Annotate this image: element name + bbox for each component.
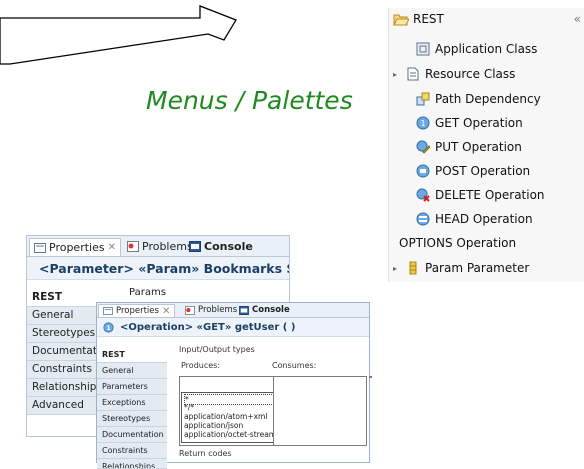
arrow-graphic <box>0 5 237 65</box>
sidebar-item-rest[interactable]: REST <box>97 347 167 363</box>
properties-sidebar: REST General Stereotypes Documentatio Co… <box>27 289 99 415</box>
params-group-label: Params <box>129 287 166 298</box>
tab-label: Properties <box>116 306 159 316</box>
sidebar-item-general[interactable]: General <box>97 363 167 379</box>
view-title-text: <Operation> «GET» getUser ( ) <box>120 321 296 333</box>
dropdown-option[interactable]: */* <box>184 403 194 412</box>
palette-item-param-parameter[interactable]: ▸ Param Parameter <box>393 259 529 277</box>
tab-label: Problems <box>198 305 238 315</box>
sidebar-item-stereotypes[interactable]: Stereotypes <box>97 411 167 427</box>
delete-operation-icon <box>416 188 430 202</box>
palette-item-options-operation[interactable]: OPTIONS Operation <box>399 234 516 252</box>
tab-properties[interactable]: Properties ✕ <box>98 304 176 317</box>
problems-icon <box>127 241 139 252</box>
palette-drawer-rest[interactable]: REST <box>393 12 444 26</box>
param-parameter-icon <box>409 261 417 275</box>
return-codes-label: Return codes <box>179 449 232 458</box>
dropdown-option[interactable]: application/atom+xml <box>184 412 267 421</box>
palette-item-path-dependency[interactable]: Path Dependency <box>403 90 541 108</box>
palette-item-label: OPTIONS Operation <box>399 236 517 250</box>
rest-palette: REST « Application Class ▸ Resource Clas… <box>388 8 584 282</box>
sidebar-item-rest[interactable]: REST <box>27 289 99 307</box>
problems-icon <box>185 305 195 315</box>
put-operation-icon <box>416 140 430 154</box>
close-tab-icon[interactable]: ✕ <box>108 242 116 253</box>
tab-label: Console <box>252 305 290 315</box>
expand-arrow-icon[interactable]: ▸ <box>393 70 401 79</box>
properties-view-operation: Properties ✕ Problems Console 1 <Operati… <box>96 302 372 469</box>
view-title: 1 <Operation> «GET» getUser ( ) <box>97 318 369 337</box>
palette-item-label: Resource Class <box>425 67 516 81</box>
palette-item-label: Path Dependency <box>435 92 541 106</box>
palette-item-label: GET Operation <box>435 116 523 130</box>
get-operation-icon: 1 <box>103 321 114 333</box>
palette-item-label: Param Parameter <box>425 261 530 275</box>
path-dependency-icon <box>416 92 430 106</box>
properties-icon <box>103 307 113 315</box>
sidebar-item-constraints[interactable]: Constraints <box>97 443 167 459</box>
consumes-list-placeholder <box>370 376 372 378</box>
sidebar-item-advanced[interactable]: Advanced <box>27 397 99 415</box>
console-icon <box>239 305 249 315</box>
expand-arrow-icon[interactable]: ▸ <box>393 264 401 273</box>
palette-item-delete-operation[interactable]: DELETE Operation <box>403 186 545 204</box>
svg-text:1: 1 <box>420 119 425 128</box>
sidebar-item-general[interactable]: General <box>27 307 99 325</box>
tab-console[interactable]: Console <box>235 304 294 316</box>
properties-sidebar: REST General Parameters Exceptions Stere… <box>97 347 167 469</box>
palette-item-resource-class[interactable]: ▸ Resource Class <box>393 65 515 83</box>
palette-item-label: DELETE Operation <box>435 188 545 202</box>
tab-properties[interactable]: Properties ✕ <box>29 238 121 256</box>
palette-item-label: PUT Operation <box>435 140 522 154</box>
palette-item-get-operation[interactable]: 1 GET Operation <box>403 114 523 132</box>
close-tab-icon[interactable]: ✕ <box>162 306 170 317</box>
collapse-palette-button[interactable]: « <box>574 12 581 26</box>
tab-console[interactable]: Console <box>185 238 257 255</box>
palette-item-label: POST Operation <box>435 164 531 178</box>
tab-problems[interactable]: Problems <box>181 304 241 316</box>
view-title-text: <Parameter> «Param» Bookmarks Servic <box>39 260 289 276</box>
palette-item-application-class[interactable]: Application Class <box>403 40 537 58</box>
sidebar-item-constraints[interactable]: Constraints <box>27 361 99 379</box>
get-operation-icon: 1 <box>416 116 430 130</box>
head-operation-icon <box>416 212 430 226</box>
dropdown-option[interactable]: application/octet-stream <box>184 430 276 439</box>
palette-item-head-operation[interactable]: HEAD Operation <box>403 210 533 228</box>
caption-text: Menus / Palettes <box>146 86 353 115</box>
console-icon <box>189 241 201 252</box>
consumes-label: Consumes: <box>272 361 317 370</box>
produces-label: Produces: <box>181 361 221 370</box>
sidebar-item-exceptions[interactable]: Exceptions <box>97 395 167 411</box>
view-tab-bar: Properties ✕ Problems Console <box>97 303 369 318</box>
palette-item-label: HEAD Operation <box>435 212 533 226</box>
input-output-group-label: Input/Output types <box>179 345 255 354</box>
sidebar-item-stereotypes[interactable]: Stereotypes <box>27 325 99 343</box>
post-operation-icon <box>416 164 430 178</box>
view-title: <Parameter> «Param» Bookmarks Servic <box>27 257 289 280</box>
properties-icon <box>34 242 46 253</box>
sidebar-item-relationships[interactable]: Relationships <box>27 379 99 397</box>
palette-item-post-operation[interactable]: POST Operation <box>403 162 530 180</box>
application-class-icon <box>416 42 430 56</box>
palette-drawer-label: REST <box>413 12 444 26</box>
sidebar-item-documentation[interactable]: Documentation <box>97 427 167 443</box>
sidebar-item-parameters[interactable]: Parameters <box>97 379 167 395</box>
resource-class-icon <box>407 67 419 81</box>
svg-text:1: 1 <box>106 324 110 331</box>
consumes-list[interactable] <box>273 376 367 446</box>
sidebar-item-documentation[interactable]: Documentatio <box>27 343 99 361</box>
tab-label: Properties <box>49 241 105 254</box>
folder-open-icon <box>393 14 409 25</box>
dropdown-option[interactable]: application/json <box>184 421 243 430</box>
view-tab-bar: Properties ✕ Problems Console <box>27 236 289 257</box>
palette-item-put-operation[interactable]: PUT Operation <box>403 138 522 156</box>
palette-item-label: Application Class <box>435 42 538 56</box>
tab-label: Console <box>204 240 253 253</box>
